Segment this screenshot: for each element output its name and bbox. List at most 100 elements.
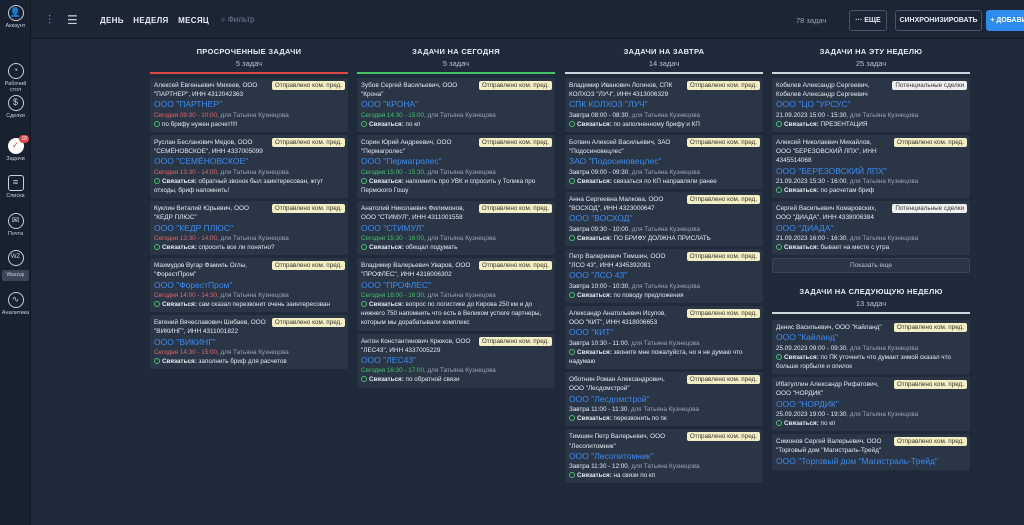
column-today: ЗАДАЧИ НА СЕГОДНЯ 5 задач Отправлено ком. …: [357, 41, 555, 391]
task-status-icon[interactable]: [154, 177, 160, 184]
company-link[interactable]: ООО "ДИАДА": [776, 223, 966, 233]
task-time: Завтра 11:30 - 12:00, для Татьяна Кузнец…: [569, 462, 759, 471]
task-card[interactable]: Отправлено ком. пред. Тимшин Петр Валерье…: [565, 429, 763, 484]
task-card[interactable]: Отправлено ком. пред. Александр Анатольев…: [565, 306, 763, 370]
company-link[interactable]: ООО "ВОСХОД": [569, 214, 759, 223]
task-card[interactable]: Отправлено ком. пред. Ботвин Алексей Васи…: [565, 135, 763, 190]
task-status-icon[interactable]: [154, 244, 160, 251]
status-tag: Отправлено ком. пред.: [686, 309, 760, 319]
more-button[interactable]: ··· ЕЩЕ: [849, 10, 887, 31]
company-link[interactable]: ООО "Пермагролес": [361, 157, 551, 166]
task-card[interactable]: Отправлено ком. пред. Денис Васильевич, О…: [772, 320, 970, 375]
show-more-button[interactable]: Показать еще: [772, 258, 970, 274]
task-status-icon[interactable]: [776, 420, 782, 427]
sidebar-item-wazzup-icon[interactable]: WZ: [0, 250, 31, 268]
task-card[interactable]: Отправлено ком. пред. Алексей Евгеньевич …: [150, 78, 348, 133]
period-week[interactable]: НЕДЕЛЯ: [133, 16, 168, 25]
add-button[interactable]: + ДОБАВИ: [986, 10, 1024, 31]
sidebar-item-tasks[interactable]: ✓ 18 Задачи: [0, 135, 31, 162]
company-link[interactable]: ООО "НОРДИК": [776, 399, 966, 409]
sidebar-item-account[interactable]: 👤 Аккаунт: [0, 5, 31, 29]
task-card[interactable]: Отправлено ком. пред. Владимир Иванович Л…: [565, 78, 763, 133]
task-status-icon[interactable]: [361, 376, 367, 383]
task-card[interactable]: Отправлено ком. пред. Владимир Валерьевич…: [357, 258, 555, 331]
task-card[interactable]: Отправлено ком. пред. Махмудов Вугар Фами…: [150, 258, 348, 313]
sidebar-item-desk[interactable]: ◔ Рабочий стол: [0, 63, 31, 93]
task-status-icon[interactable]: [154, 120, 160, 127]
task-card[interactable]: Отправлено ком. пред. Симонов Сергей Вале…: [772, 434, 970, 470]
company-link[interactable]: ООО "Торговый дом "Магистраль-Трейд": [776, 456, 966, 466]
task-card[interactable]: Отправлено ком. пред. Сорин Юрий Андрееви…: [357, 135, 555, 199]
task-card[interactable]: Отправлено ком. пред. Алексей Николаевич …: [772, 135, 970, 199]
period-month[interactable]: МЕСЯЦ: [178, 16, 209, 25]
sidebar-item-mail[interactable]: ✉ Почта: [0, 213, 31, 237]
task-time: 21.09.2023 15:30 - 16:00, для Татьяна Ку…: [776, 177, 966, 186]
company-link[interactable]: ООО "СЕМЁНОВСКОЕ": [154, 157, 344, 166]
task-card[interactable]: Отправлено ком. пред. Куклин Виталий Юрье…: [150, 201, 348, 256]
company-link[interactable]: СПК КОЛХОЗ "ЛУЧ": [569, 100, 759, 109]
task-status-icon[interactable]: [361, 244, 367, 251]
search-field[interactable]: ⌕ Фильтр: [221, 15, 255, 25]
task-status-icon[interactable]: [361, 120, 367, 127]
task-status-icon[interactable]: [569, 472, 575, 479]
kanban-icon[interactable]: ⫶: [48, 13, 51, 28]
list-view-icon[interactable]: ☰: [67, 13, 78, 27]
sidebar-item-deals[interactable]: $ Сделки: [0, 95, 31, 119]
company-link[interactable]: ООО "Кайланд": [776, 333, 966, 342]
company-link[interactable]: ООО "Лесдомстрой": [569, 394, 759, 404]
task-status-icon[interactable]: [154, 301, 160, 308]
task-status-icon[interactable]: [361, 177, 367, 184]
sync-button[interactable]: СИНХРОНИЗИРОВАТЬ: [895, 10, 982, 31]
sidebar-item-label: Списки: [6, 193, 25, 199]
task-status-icon[interactable]: [361, 301, 367, 308]
search-input[interactable]: Фильтр: [228, 15, 255, 24]
task-status-icon[interactable]: [776, 187, 782, 194]
company-link[interactable]: ООО "ВИКИНГ": [154, 337, 344, 347]
company-link[interactable]: ООО "ЦО "УРСУС": [776, 100, 966, 109]
task-card[interactable]: Отправлено ком. пред. Петр Валериевич Тим…: [565, 249, 763, 304]
task-card[interactable]: Отправлено ком. пред. Зубов Сергей Василь…: [357, 78, 555, 133]
sidebar-item-lists[interactable]: ≡ Списки: [0, 175, 31, 199]
task-card[interactable]: Отправлено ком. пред. Евгений Вячеславови…: [150, 315, 348, 370]
task-card[interactable]: Отправлено ком. пред. Руслан Бесланович М…: [150, 135, 348, 199]
company-link[interactable]: ООО "СТИМУЛ": [361, 223, 551, 233]
task-card[interactable]: Отправлено ком. пред. Оботнин Роман Алекс…: [565, 372, 763, 427]
column-overdue: ПРОСРОЧЕННЫЕ ЗАДАЧИ 5 задач Отправлено ком…: [150, 41, 348, 372]
task-status-icon[interactable]: [154, 358, 160, 365]
company-link[interactable]: ООО "ФорестПром": [154, 280, 344, 290]
task-status-icon[interactable]: [776, 120, 782, 127]
company-link[interactable]: ООО "КРОНА": [361, 100, 551, 109]
sidebar-item-analytics[interactable]: ∿ Аналитика: [0, 292, 31, 316]
task-status-icon[interactable]: [569, 120, 575, 127]
task-card[interactable]: Отправлено ком. пред. Анна Сергеевна Малк…: [565, 192, 763, 247]
task-status-icon[interactable]: [569, 348, 575, 355]
task-card[interactable]: Отправлено ком. пред. Анатолий Николаевич…: [357, 201, 555, 256]
task-card[interactable]: Отправлено ком. пред. Антон Константинови…: [357, 333, 555, 388]
task-text: Связаться: звоните мне пожалуйста, но я …: [569, 348, 759, 366]
company-link[interactable]: ООО "БЕРЕЗОВСКИЙ ЛПХ": [776, 166, 966, 176]
task-status-icon[interactable]: [569, 234, 575, 241]
task-status-icon[interactable]: [776, 353, 782, 360]
period-day[interactable]: ДЕНЬ: [100, 16, 124, 25]
company-link[interactable]: ООО "ПАРТНЕР": [154, 100, 344, 109]
company-link[interactable]: ООО "ЛЕС43": [361, 355, 551, 365]
task-status-icon[interactable]: [776, 244, 782, 251]
task-card[interactable]: Отправлено ком. пред. Ибатуллин Александр…: [772, 377, 970, 432]
sidebar-item-wazzup[interactable]: Wazzup: [2, 270, 29, 281]
company-link[interactable]: ООО "ЛСО 43": [569, 271, 759, 280]
task-status-icon[interactable]: [569, 177, 575, 184]
column-count: 25 задач: [855, 59, 887, 68]
task-status-icon[interactable]: [569, 415, 575, 422]
company-link[interactable]: ООО "КЕДР ПЛЮС": [154, 223, 344, 233]
company-link[interactable]: ЗАО "Подосиновецлес": [569, 157, 759, 166]
company-link[interactable]: ООО "ПРОФЛЕС": [361, 280, 551, 290]
company-link[interactable]: ООО "Лесопитомник": [569, 451, 759, 461]
task-description: по поводу предложения: [613, 291, 684, 299]
task-label: Связаться:: [784, 353, 819, 361]
company-link[interactable]: ООО "КИТ": [569, 328, 759, 337]
list-icon: ≡: [7, 175, 24, 191]
task-description: по кп: [820, 420, 836, 428]
task-card[interactable]: Потенциальные сделки Сергей Васильевич Ко…: [772, 201, 970, 256]
task-card[interactable]: Потенциальные сделки Кобелев Александр Се…: [772, 78, 970, 133]
task-status-icon[interactable]: [569, 291, 575, 298]
